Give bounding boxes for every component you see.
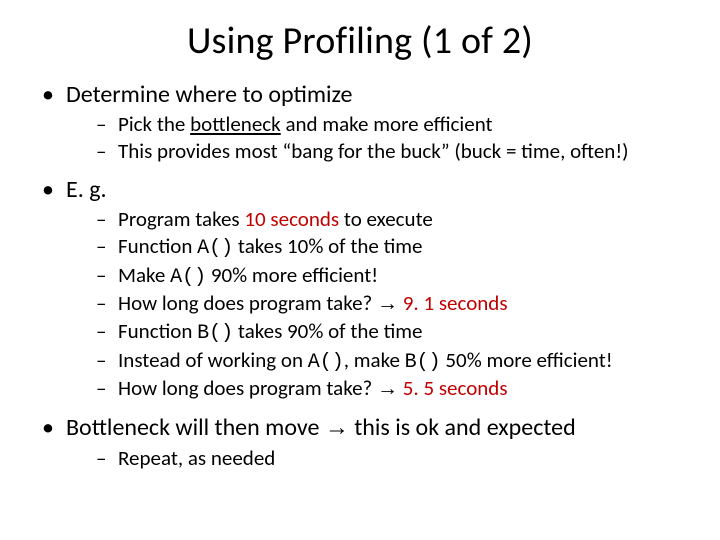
eg-make-b-50: Instead of working on A(), make B() 50% … bbox=[96, 347, 700, 376]
arrow-icon: → bbox=[325, 414, 349, 441]
text: Function bbox=[118, 233, 197, 259]
eg-a-10pct: Function A() takes 10% of the time bbox=[96, 233, 700, 262]
bullet-determine: Determine where to optimize Pick the bot… bbox=[42, 80, 700, 165]
slide: Using Profiling (1 of 2) Determine where… bbox=[0, 0, 720, 540]
bullet-bang-for-buck: This provides most “bang for the buck” (… bbox=[96, 138, 700, 165]
bullet-eg: E. g. Program takes 10 seconds to execut… bbox=[42, 175, 700, 403]
sublist: Pick the bottleneck and make more effici… bbox=[66, 111, 700, 165]
text: takes 90% of the time bbox=[233, 318, 422, 344]
text: E. g. bbox=[66, 175, 107, 204]
text: Function bbox=[118, 318, 197, 344]
text: Bottleneck will then move bbox=[66, 413, 325, 442]
bullet-list-level1: Determine where to optimize Pick the bot… bbox=[20, 80, 700, 471]
text: this is ok and expected bbox=[349, 413, 576, 442]
slide-title: Using Profiling (1 of 2) bbox=[20, 18, 700, 64]
text: Determine where to optimize bbox=[66, 80, 352, 109]
bullet-bottleneck-moves: Bottleneck will then move → this is ok a… bbox=[42, 413, 700, 471]
code-a: A() bbox=[170, 266, 206, 289]
code-a: A() bbox=[308, 351, 344, 374]
text: How long does program take? bbox=[118, 290, 377, 316]
text: Program takes bbox=[118, 206, 244, 232]
text: Instead of working on bbox=[118, 347, 308, 373]
eg-10-seconds: Program takes 10 seconds to execute bbox=[96, 206, 700, 233]
sublist: Program takes 10 seconds to execute Func… bbox=[66, 206, 700, 403]
eg-make-a-90: Make A() 90% more efficient! bbox=[96, 262, 700, 291]
text: to execute bbox=[339, 206, 433, 232]
code-a: A() bbox=[197, 237, 233, 260]
text: , make bbox=[344, 347, 405, 373]
bullet-repeat: Repeat, as needed bbox=[96, 445, 700, 472]
text: Repeat, as needed bbox=[118, 445, 275, 471]
bullet-pick-bottleneck: Pick the bottleneck and make more effici… bbox=[96, 111, 700, 138]
eg-result-5-5: How long does program take? → 5. 5 secon… bbox=[96, 375, 700, 403]
text: This provides most “bang for the buck” (… bbox=[118, 138, 629, 164]
eg-result-9-1: How long does program take? → 9. 1 secon… bbox=[96, 290, 700, 318]
code-b: B() bbox=[197, 322, 233, 345]
text: How long does program take? bbox=[118, 375, 377, 401]
text: 90% more efficient! bbox=[206, 262, 378, 288]
sublist: Repeat, as needed bbox=[66, 445, 700, 472]
arrow-icon: → bbox=[377, 377, 398, 400]
code-b: B() bbox=[405, 351, 441, 374]
text: takes 10% of the time bbox=[233, 233, 422, 259]
underline-word: bottleneck bbox=[190, 111, 281, 137]
red-text: 5. 5 seconds bbox=[398, 375, 508, 401]
text: Pick the bbox=[118, 111, 190, 137]
red-text: 9. 1 seconds bbox=[398, 290, 508, 316]
arrow-icon: → bbox=[377, 292, 398, 315]
eg-b-90pct: Function B() takes 90% of the time bbox=[96, 318, 700, 347]
text: and make more efficient bbox=[281, 111, 493, 137]
text: 50% more efficient! bbox=[441, 347, 613, 373]
text: Make bbox=[118, 262, 170, 288]
red-text: 10 seconds bbox=[244, 206, 339, 232]
